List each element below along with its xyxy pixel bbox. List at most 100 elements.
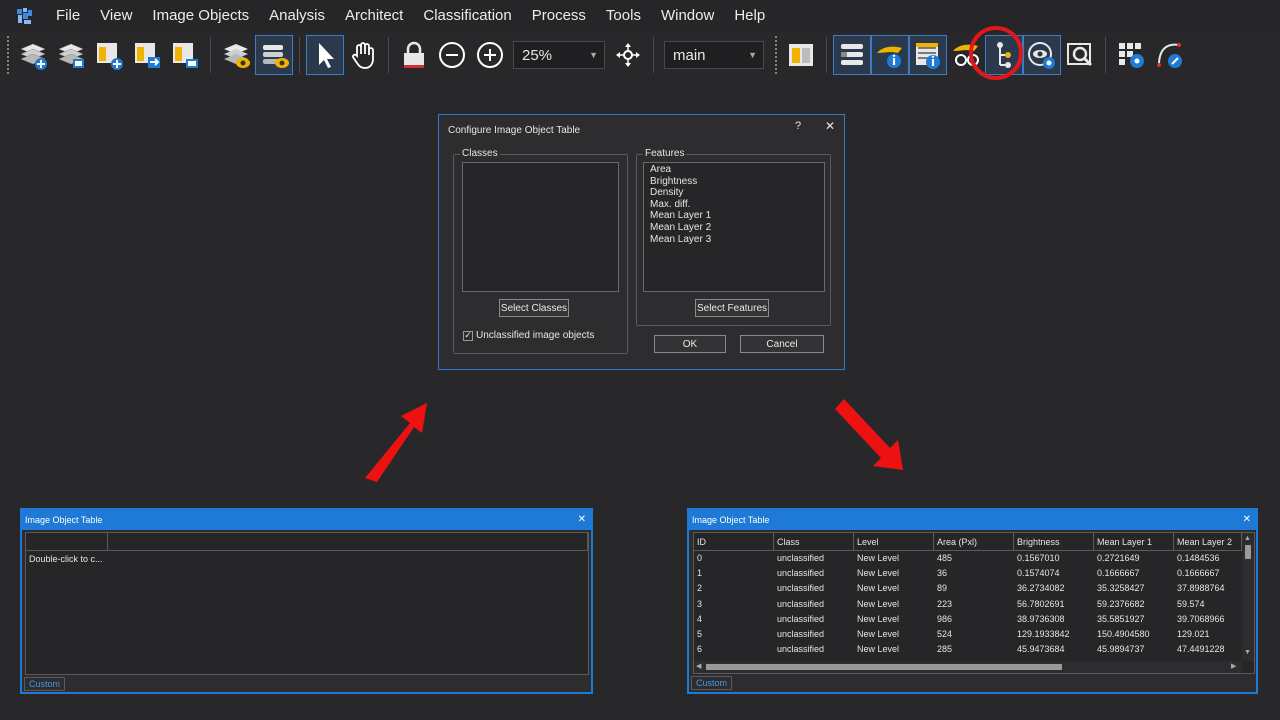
table-row[interactable]: 2 unclassified New Level 89 36.2734082 3… — [694, 581, 1242, 596]
table-row[interactable]: 0 unclassified New Level 485 0.1567010 0… — [694, 551, 1242, 566]
open-project-button[interactable] — [52, 35, 90, 75]
split-view-button[interactable] — [782, 35, 820, 75]
close-icon[interactable]: ✕ — [825, 119, 835, 133]
pan-tool-button[interactable] — [344, 35, 382, 75]
column-header-class[interactable]: Class — [774, 533, 854, 551]
menu-file[interactable]: File — [46, 0, 90, 32]
column-header-id[interactable]: ID — [694, 533, 774, 551]
feature-item[interactable]: Mean Layer 1 — [644, 210, 824, 222]
vertical-scrollbar[interactable]: ▲ ▼ — [1242, 533, 1254, 661]
chevron-down-icon: ▼ — [589, 50, 598, 60]
column-header[interactable] — [108, 533, 588, 551]
tab-custom[interactable]: Custom — [691, 676, 733, 690]
pan-center-button[interactable] — [609, 35, 647, 75]
zoom-out-button[interactable] — [433, 35, 471, 75]
menu-image-objects[interactable]: Image Objects — [142, 0, 259, 32]
menu-tools[interactable]: Tools — [596, 0, 651, 32]
scroll-left-icon[interactable]: ◀ — [696, 662, 701, 670]
select-classes-button[interactable]: Select Classes — [499, 299, 569, 317]
image-object-table-button[interactable] — [909, 35, 947, 75]
curve-pen-icon — [1157, 43, 1182, 68]
cell-level: New Level — [857, 583, 900, 594]
view-outlines-button[interactable] — [255, 35, 293, 75]
table-row[interactable]: 5 unclassified New Level 524 129.1933842… — [694, 627, 1242, 642]
class-hierarchy-button[interactable] — [833, 35, 871, 75]
toolbar-grip[interactable] — [774, 35, 778, 75]
column-header-brightness[interactable]: Brightness — [1014, 533, 1094, 551]
pointer-tool-button[interactable] — [306, 35, 344, 75]
zoom-level-select[interactable]: 25% ▼ — [513, 41, 605, 69]
vertical-scroll-thumb[interactable] — [1245, 545, 1251, 559]
column-header-mean-layer-2[interactable]: Mean Layer 2 — [1174, 533, 1242, 551]
new-project-button[interactable] — [14, 35, 52, 75]
tab-custom[interactable]: Custom — [24, 677, 66, 691]
cell-brightness: 129.1933842 — [1017, 628, 1070, 639]
cell-class: unclassified — [777, 568, 825, 579]
ok-button[interactable]: OK — [654, 335, 726, 353]
feature-item[interactable]: Max. diff. — [644, 199, 824, 211]
cell-id: 6 — [697, 644, 703, 655]
feature-item[interactable]: Mean Layer 2 — [644, 222, 824, 234]
open-workspace-button[interactable] — [166, 35, 204, 75]
cell-area: 36 — [937, 568, 948, 579]
column-header-level[interactable]: Level — [854, 533, 934, 551]
image-layer-select[interactable]: main ▼ — [664, 41, 764, 69]
eye-gear-icon — [1028, 42, 1055, 69]
unclassified-checkbox[interactable]: ✓ — [463, 330, 473, 341]
view-settings-button[interactable] — [1023, 35, 1061, 75]
menu-architect[interactable]: Architect — [335, 0, 413, 32]
select-features-button[interactable]: Select Features — [695, 299, 769, 317]
menu-window[interactable]: Window — [651, 0, 724, 32]
customize-button[interactable] — [1112, 35, 1150, 75]
manual-editing-button[interactable] — [1150, 35, 1188, 75]
cell-class: unclassified — [777, 553, 825, 563]
cell-mean-layer-2: 39.7068966 — [1177, 613, 1225, 624]
column-header[interactable] — [26, 533, 108, 551]
toolbar-grip[interactable] — [6, 35, 10, 75]
table-row[interactable]: 6 unclassified New Level 285 45.9473684 … — [694, 642, 1242, 657]
column-header-mean-layer-1[interactable]: Mean Layer 1 — [1094, 533, 1174, 551]
zoom-area-button[interactable] — [395, 35, 433, 75]
features-group-label: Features — [643, 148, 687, 159]
feature-item[interactable]: Mean Layer 3 — [644, 234, 824, 246]
horizontal-scrollbar[interactable]: ◀ ▶ — [694, 661, 1242, 673]
image-object-information-button[interactable] — [871, 35, 909, 75]
close-icon[interactable]: ✕ — [578, 510, 586, 530]
scroll-up-icon[interactable]: ▲ — [1244, 535, 1251, 542]
table-row[interactable]: 4 unclassified New Level 986 38.9736308 … — [694, 612, 1242, 627]
close-icon[interactable]: ✕ — [1243, 510, 1251, 530]
cell-brightness: 56.7802691 — [1017, 598, 1065, 609]
find-button[interactable] — [1061, 35, 1099, 75]
table-area[interactable]: Double-click to c... — [25, 532, 589, 675]
table-area[interactable]: ID Class Level Area (Pxl) Brightness Mea… — [693, 532, 1255, 674]
scroll-right-icon[interactable]: ▶ — [1231, 662, 1236, 670]
cancel-button[interactable]: Cancel — [740, 335, 824, 353]
unclassified-checkbox-row[interactable]: ✓ Unclassified image objects — [463, 330, 594, 341]
menu-classification[interactable]: Classification — [413, 0, 521, 32]
column-header-area[interactable]: Area (Pxl) — [934, 533, 1014, 551]
menu-help[interactable]: Help — [724, 0, 775, 32]
features-list[interactable]: Area Brightness Density Max. diff. Mean … — [643, 162, 825, 292]
chevron-down-icon: ▼ — [748, 50, 757, 60]
table-row[interactable]: 3 unclassified New Level 223 56.7802691 … — [694, 597, 1242, 612]
feature-item[interactable]: Area — [644, 164, 824, 176]
scroll-down-icon[interactable]: ▼ — [1244, 649, 1251, 656]
classes-list[interactable] — [462, 162, 619, 292]
new-workspace-button[interactable] — [90, 35, 128, 75]
zoom-in-button[interactable] — [471, 35, 509, 75]
import-workspace-button[interactable] — [128, 35, 166, 75]
app-logo-icon — [17, 8, 32, 24]
menu-process[interactable]: Process — [522, 0, 596, 32]
image-object-table-panel: Image Object Table ✕ ID Class Level Area… — [687, 508, 1258, 694]
help-icon[interactable]: ? — [795, 120, 801, 132]
cell-brightness: 0.1574074 — [1017, 568, 1060, 579]
feature-item[interactable]: Density — [644, 187, 824, 199]
cell-id: 2 — [697, 583, 703, 594]
image-layer-value: main — [673, 46, 706, 64]
horizontal-scroll-thumb[interactable] — [706, 664, 1062, 670]
menu-analysis[interactable]: Analysis — [259, 0, 335, 32]
view-layers-button[interactable] — [217, 35, 255, 75]
table-row[interactable]: 1 unclassified New Level 36 0.1574074 0.… — [694, 566, 1242, 581]
menu-view[interactable]: View — [90, 0, 142, 32]
feature-item[interactable]: Brightness — [644, 176, 824, 188]
